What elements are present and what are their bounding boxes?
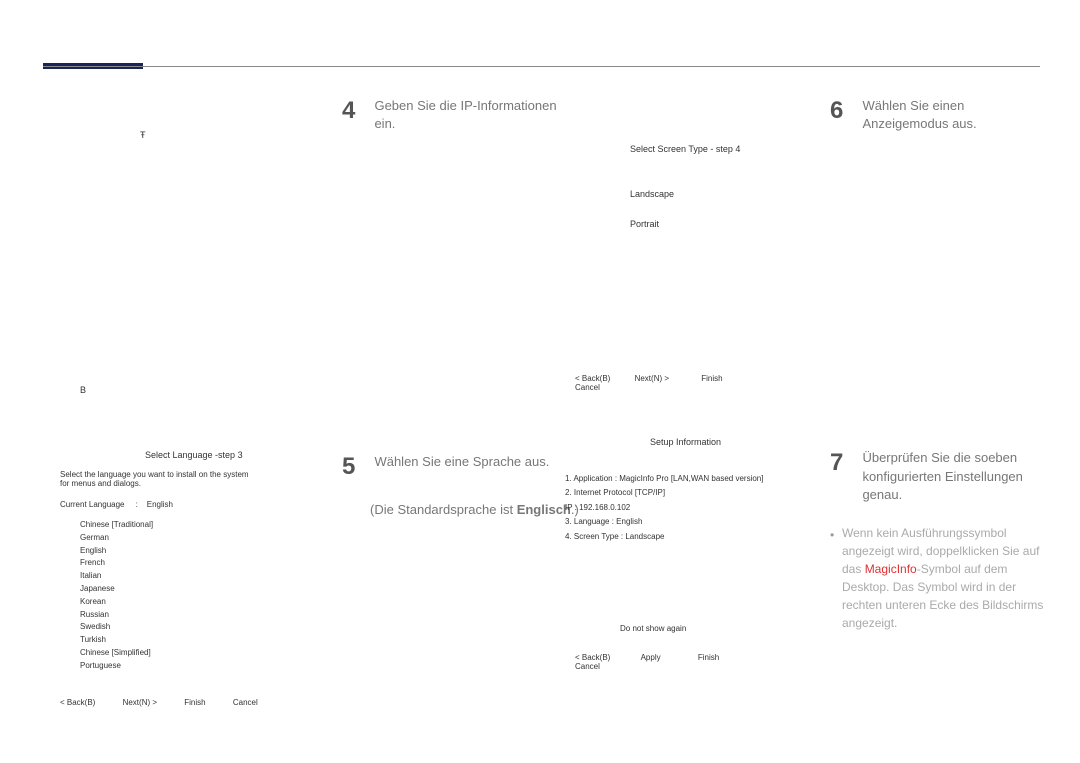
select-language-desc: Select the language you want to install … xyxy=(60,470,260,488)
list-item[interactable]: German xyxy=(80,532,300,545)
option-landscape[interactable]: Landscape xyxy=(630,189,795,199)
bullet-icon: • xyxy=(830,526,834,544)
setup-info-row: 2. Internet Protocol [TCP/IP] xyxy=(565,486,795,500)
column-1: Ŧ B Select Language -step 3 Select the l… xyxy=(60,130,300,707)
cancel-button[interactable]: Cancel xyxy=(233,698,258,707)
step-7-text-b: konfigurierten Einstellungen genau. xyxy=(862,469,1022,502)
column-3: Select Screen Type - step 4 Landscape Po… xyxy=(555,130,795,671)
button-row-setup: < Back(B) Apply Finish Cancel xyxy=(575,653,795,671)
option-portrait[interactable]: Portrait xyxy=(630,219,795,229)
header-divider xyxy=(43,66,1040,67)
magicinfo-label: MagicInfo xyxy=(865,562,917,576)
current-language-sep: : xyxy=(136,500,138,509)
apply-button[interactable]: Apply xyxy=(641,653,661,662)
back-button[interactable]: < Back(B) xyxy=(575,374,610,383)
list-item[interactable]: Russian xyxy=(80,609,300,622)
list-item[interactable]: Chinese [Simplified] xyxy=(80,647,300,660)
setup-info-title: Setup Information xyxy=(650,437,795,447)
list-item[interactable]: Korean xyxy=(80,596,300,609)
list-item[interactable]: Japanese xyxy=(80,583,300,596)
step-7-note: • Wenn kein Ausführungssymbol angezeigt … xyxy=(830,524,1055,632)
next-button[interactable]: Next(N) > xyxy=(635,374,669,383)
glyph-t: Ŧ xyxy=(140,130,300,140)
language-list: Chinese [Traditional] German English Fre… xyxy=(80,519,300,673)
step-4-number: 4 xyxy=(342,97,370,125)
column-2: 4 Geben Sie die IP-Informationen ein. 5 … xyxy=(342,97,582,520)
list-item[interactable]: Turkish xyxy=(80,634,300,647)
step-5-subtext: (Die Standardsprache ist Englisch.) xyxy=(370,501,582,519)
cancel-button[interactable]: Cancel xyxy=(575,383,600,392)
step-6-number: 6 xyxy=(830,97,858,125)
list-item[interactable]: English xyxy=(80,545,300,558)
setup-info-row: IP : 192.168.0.102 xyxy=(565,501,795,515)
column-4: 6 Wählen Sie einen Anzeigemodus aus. 7 Ü… xyxy=(830,97,1055,632)
current-language-value: English xyxy=(147,500,173,509)
list-item[interactable]: French xyxy=(80,557,300,570)
setup-info-row: 1. Application : MagicInfo Pro [LAN,WAN … xyxy=(565,472,795,486)
step-5-text: Wählen Sie eine Sprache aus. xyxy=(374,453,564,471)
finish-button[interactable]: Finish xyxy=(701,374,722,383)
screen-type-options: Landscape Portrait xyxy=(630,189,795,229)
setup-info-row: 4. Screen Type : Landscape xyxy=(565,530,795,544)
step-6-text: Wählen Sie einen Anzeigemodus aus. xyxy=(862,97,1052,133)
select-language-title: Select Language -step 3 xyxy=(145,450,300,460)
step-5-sub-prefix: (Die Standardsprache ist xyxy=(370,502,517,517)
list-item[interactable]: Portuguese xyxy=(80,660,300,673)
list-item[interactable]: Chinese [Traditional] xyxy=(80,519,300,532)
list-item[interactable]: Swedish xyxy=(80,621,300,634)
list-item[interactable]: Italian xyxy=(80,570,300,583)
button-row-screen: < Back(B) Next(N) > Finish Cancel xyxy=(575,374,795,392)
step-6-header: 6 Wählen Sie einen Anzeigemodus aus. xyxy=(830,97,1055,133)
finish-button[interactable]: Finish xyxy=(184,698,205,707)
step-4-header: 4 Geben Sie die IP-Informationen ein. xyxy=(342,97,582,133)
cancel-button[interactable]: Cancel xyxy=(575,662,600,671)
current-language-label: Current Language xyxy=(60,500,125,509)
glyph-b: B xyxy=(80,385,300,395)
step-7-header: 7 Überprüfen Sie die soeben konfiguriert… xyxy=(830,449,1055,504)
step-5-number: 5 xyxy=(342,453,370,481)
step-4-text: Geben Sie die IP-Informationen ein. xyxy=(374,97,564,133)
current-language-row: Current Language : English xyxy=(60,500,300,509)
back-button[interactable]: < Back(B) xyxy=(60,698,95,707)
step-7-text-a: Überprüfen Sie die soeben xyxy=(862,450,1017,465)
back-button[interactable]: < Back(B) xyxy=(575,653,610,662)
step-5-header: 5 Wählen Sie eine Sprache aus. xyxy=(342,453,582,481)
setup-info-row: 3. Language : English xyxy=(565,515,795,529)
button-row-lang: < Back(B) Next(N) > Finish Cancel xyxy=(60,698,300,707)
do-not-show-checkbox[interactable]: Do not show again xyxy=(620,624,795,633)
setup-info-list: 1. Application : MagicInfo Pro [LAN,WAN … xyxy=(565,472,795,544)
next-button[interactable]: Next(N) > xyxy=(123,698,157,707)
step-7-text: Überprüfen Sie die soeben konfigurierten… xyxy=(862,449,1052,504)
step-7-number: 7 xyxy=(830,449,858,477)
select-screen-type-title: Select Screen Type - step 4 xyxy=(630,144,795,154)
finish-button[interactable]: Finish xyxy=(698,653,719,662)
